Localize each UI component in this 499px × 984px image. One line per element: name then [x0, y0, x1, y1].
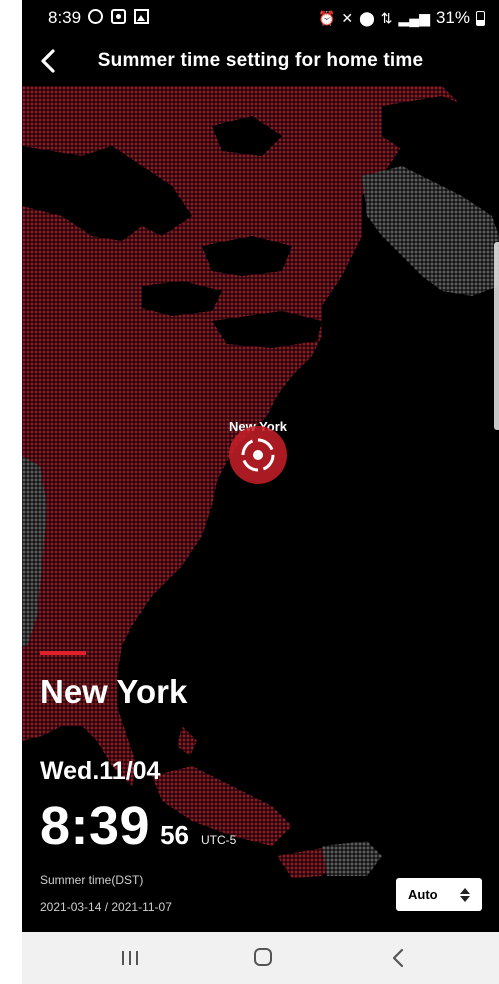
navigation-bar — [22, 932, 499, 984]
status-time: 8:39 — [48, 8, 82, 27]
data-icon: ⇅ — [380, 9, 393, 26]
time-hours-minutes: 8:39 — [40, 796, 151, 856]
city-name: New York — [40, 673, 188, 710]
alarm-icon: ⏰ — [317, 9, 336, 26]
sync-icon — [88, 9, 103, 24]
page-title: Summer time setting for home time — [97, 50, 424, 71]
record-icon — [111, 9, 126, 24]
time-seconds: 56 — [160, 820, 190, 850]
app-screen: 8:39 ⏰ ✕ ⬤ ⇅ ▂▄▆ 31% Summer time setting… — [22, 0, 499, 984]
utc-offset: UTC-5 — [201, 833, 237, 847]
time-display: 8:39 56 UTC-5 — [40, 795, 236, 857]
map-scroll-handle[interactable] — [494, 242, 499, 430]
system-icons: ⏰ ✕ ⬤ ⇅ ▂▄▆ 31% — [318, 8, 485, 28]
battery-icon — [476, 10, 485, 26]
dst-label: Summer time(DST) — [40, 873, 144, 887]
recent-apps-icon[interactable] — [120, 948, 140, 968]
battery-percent: 31% — [435, 8, 470, 27]
nav-back-icon[interactable] — [388, 946, 408, 970]
signal-icon: ▂▄▆ — [398, 9, 430, 26]
location-pin[interactable] — [229, 426, 287, 484]
target-icon — [241, 438, 275, 472]
notification-icons — [88, 9, 149, 24]
dst-mode-select[interactable]: Auto — [396, 878, 482, 911]
home-icon[interactable] — [254, 948, 272, 966]
date-display: Wed.11/04 — [40, 757, 161, 785]
land-puerto-rico — [322, 841, 382, 876]
accent-bar — [40, 651, 86, 655]
updown-icon — [460, 887, 470, 902]
gallery-icon — [134, 9, 149, 24]
dst-mode-value: Auto — [408, 887, 438, 902]
location-icon: ⬤ — [359, 9, 375, 26]
dst-range: 2021-03-14 / 2021-11-07 — [40, 900, 172, 914]
app-header: Summer time setting for home time — [22, 38, 499, 86]
mute-icon: ✕ — [341, 9, 354, 26]
land-canada — [362, 166, 499, 296]
status-bar: 8:39 ⏰ ✕ ⬤ ⇅ ▂▄▆ 31% — [22, 0, 499, 38]
